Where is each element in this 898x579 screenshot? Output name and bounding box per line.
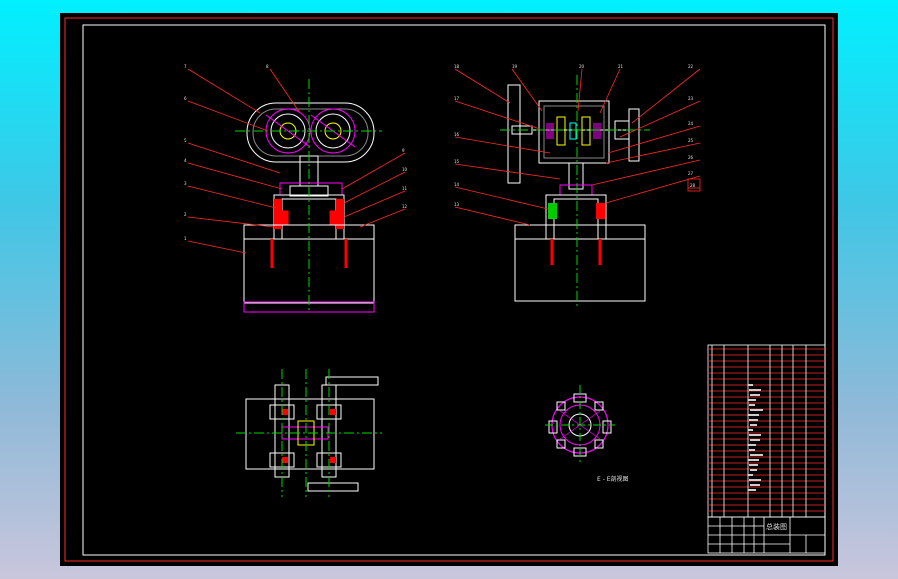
parts-list-entry-mark: [749, 464, 758, 466]
parts-list-entry-mark: [749, 389, 761, 391]
outer-border: [64, 17, 834, 562]
callout-19: 19: [512, 64, 518, 69]
inner-border: [82, 24, 826, 556]
parts-list-entry-mark: [748, 384, 753, 386]
callout-17: 17: [454, 96, 460, 101]
callout-7: 7: [184, 64, 187, 69]
parts-list-entry-mark: [748, 489, 756, 491]
callout-14: 14: [454, 182, 460, 187]
callout-13: 13: [454, 202, 460, 207]
callout-3: 3: [184, 181, 187, 186]
parts-list-entry-mark: [748, 399, 756, 401]
parts-list-entry-mark: [750, 439, 760, 441]
side-view[interactable]: [500, 75, 650, 309]
parts-list-entry-mark: [748, 474, 753, 476]
parts-list-entry-mark: [749, 404, 755, 406]
callout-10: 10: [402, 167, 408, 172]
callout-5: 5: [184, 138, 187, 143]
callout-1: 1: [184, 236, 187, 241]
drawing-sheet: E - E剖视图 总装图 7 8 6 5 4 3 2 1 9 10 11 12 …: [60, 13, 838, 566]
parts-list-entry-mark: [750, 394, 760, 396]
parts-list-entry-mark: [749, 479, 761, 481]
callout-4: 4: [184, 158, 187, 163]
callout-15: 15: [454, 159, 460, 164]
callout-8: 8: [266, 64, 269, 69]
parts-list-entry-mark: [749, 419, 758, 421]
callout-27: 27: [688, 171, 694, 176]
section-view-label: E - E剖视图: [597, 475, 629, 483]
parts-list-entry-mark: [748, 429, 753, 431]
parts-list-entry-mark: [748, 459, 759, 461]
front-view[interactable]: [235, 79, 382, 313]
callout-26: 26: [688, 155, 694, 160]
callout-16: 16: [454, 132, 460, 137]
callout-18: 18: [454, 64, 460, 69]
top-view[interactable]: [236, 369, 382, 497]
drawing-name: 总装图: [766, 522, 787, 531]
callout-6: 6: [184, 96, 187, 101]
parts-list-entry-mark: [748, 444, 756, 446]
assembly-drawing-canvas[interactable]: E - E剖视图 总装图 7 8654321910111218 19 20 21…: [60, 13, 838, 566]
parts-list-entry-mark: [749, 449, 755, 451]
parts-list-table[interactable]: [707, 344, 826, 518]
callout-11: 11: [402, 186, 408, 191]
callout-21: 21: [618, 64, 624, 69]
parts-list-entry-mark: [750, 484, 760, 486]
callout-20: 20: [579, 64, 585, 69]
parts-list-entry-mark: [750, 454, 763, 456]
parts-list-entry-mark: [750, 469, 757, 471]
callout-12: 12: [402, 204, 408, 209]
parts-list-entry-mark: [748, 414, 759, 416]
parts-list-entry-mark: [749, 434, 761, 436]
cad-viewer: E - E剖视图 总装图 7 8 6 5 4 3 2 1 9 10 11 12 …: [0, 0, 898, 579]
callout-2: 2: [184, 212, 187, 217]
callout-22: 22: [688, 64, 694, 69]
parts-list-entry-mark: [750, 409, 763, 411]
callout-24: 24: [688, 121, 694, 126]
callout-9: 9: [402, 148, 405, 153]
callout-25: 25: [688, 138, 694, 143]
section-e-e-view[interactable]: [545, 385, 615, 465]
callout-28: 28: [690, 183, 696, 188]
callout-23: 23: [688, 96, 694, 101]
parts-list-entry-mark: [750, 424, 757, 426]
